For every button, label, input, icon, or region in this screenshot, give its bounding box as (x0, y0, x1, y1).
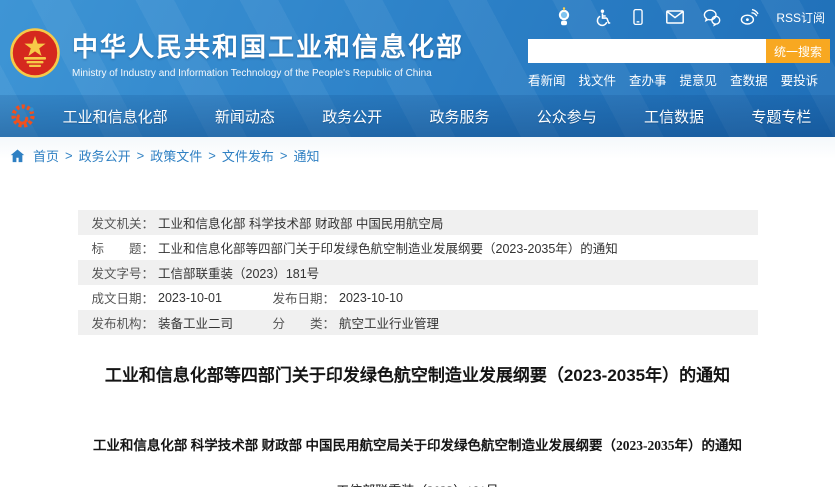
site-header: RSS订阅 中华人民共和国工业和信息化部 Ministry of Industr… (0, 0, 835, 137)
breadcrumb-policy-files[interactable]: 政策文件 (150, 146, 202, 165)
breadcrumb-home[interactable]: 首页 (33, 146, 59, 165)
national-emblem-icon (10, 28, 60, 78)
document-meta-table: 发文机关： 工业和信息化部 科学技术部 财政部 中国民用航空局 标 题： 工业和… (77, 210, 758, 335)
meta-value-title: 工业和信息化部等四部门关于印发绿色航空制造业发展纲要（2023-2035年）的通… (158, 242, 618, 256)
meta-row-issuing-authority: 发文机关： 工业和信息化部 科学技术部 财政部 中国民用航空局 (77, 210, 758, 235)
meta-value-publisher: 装备工业二司 (158, 317, 234, 331)
meta-pair-publisher: 发布机构： 装备工业二司 (92, 313, 273, 332)
rss-subscribe-link[interactable]: RSS订阅 (776, 9, 825, 26)
quick-link-suggest[interactable]: 提意见 (680, 70, 718, 89)
meta-value-publish-date: 2023-10-10 (339, 290, 403, 305)
quick-link-complaint[interactable]: 要投诉 (781, 70, 819, 89)
search-area: 统一搜索 看新闻 找文件 查办事 提意见 查数据 要投诉 (528, 39, 830, 89)
article-title: 工业和信息化部等四部门关于印发绿色航空制造业发展纲要（2023-2035年）的通… (104, 366, 731, 385)
meta-label: 标 题： (91, 242, 155, 256)
breadcrumb-notice[interactable]: 通知 (293, 146, 319, 165)
breadcrumb-separator: > (279, 148, 288, 163)
meta-pair-written-date: 成文日期： 2023-10-01 (92, 288, 273, 307)
meta-value-doc-no: 工信部联重装（2023）181号 (158, 267, 320, 281)
meta-pair-publish-date: 发布日期： 2023-10-10 (273, 288, 403, 307)
topbar-utility-icons: RSS订阅 (554, 7, 825, 27)
site-brand[interactable]: 中华人民共和国工业和信息化部 Ministry of Industry and … (10, 27, 464, 79)
mobile-icon[interactable] (628, 7, 648, 27)
meta-value-written-date: 2023-10-01 (158, 290, 222, 305)
nav-item-gov-affairs[interactable]: 政务公开 (322, 106, 382, 127)
quick-links: 看新闻 找文件 查办事 提意见 查数据 要投诉 (528, 70, 830, 89)
weibo-icon[interactable] (739, 7, 759, 27)
meta-label: 发布机构： (91, 317, 155, 331)
nav-item-data[interactable]: 工信数据 (644, 106, 704, 127)
document-content: 发文机关： 工业和信息化部 科学技术部 财政部 中国民用航空局 标 题： 工业和… (77, 174, 758, 487)
article-subtitle: 工业和信息化部 科学技术部 财政部 中国民用航空局关于印发绿色航空制造业发展纲要… (92, 438, 743, 453)
unified-search-button[interactable]: 统一搜索 (766, 39, 830, 63)
mascot-icon[interactable] (554, 7, 574, 27)
meta-label: 分 类： (272, 317, 336, 331)
meta-label: 发文字号： (91, 267, 155, 281)
search-input[interactable] (528, 39, 766, 63)
breadcrumb-file-release[interactable]: 文件发布 (222, 146, 274, 165)
quick-link-files[interactable]: 找文件 (579, 70, 617, 89)
site-title: 中华人民共和国工业和信息化部 (72, 32, 465, 62)
meta-row-dates: 成文日期： 2023-10-01 发布日期： 2023-10-10 (78, 285, 758, 310)
meta-label: 发文机关： (91, 217, 155, 231)
wechat-icon[interactable] (702, 7, 722, 27)
breadcrumb-separator: > (208, 148, 216, 163)
meta-value-issuing-authority: 工业和信息化部 科学技术部 财政部 中国民用航空局 (158, 217, 444, 231)
meta-value-category: 航空工业行业管理 (339, 317, 440, 331)
article-doc-number: 工信部联重装（2023）181号 (78, 480, 758, 487)
page: RSS订阅 中华人民共和国工业和信息化部 Ministry of Industr… (0, 0, 835, 487)
miit-gear-logo-icon[interactable] (9, 101, 39, 131)
breadcrumb: 首页 > 政务公开 > 政策文件 > 文件发布 > 通知 (0, 137, 835, 174)
meta-row-title: 标 题： 工业和信息化部等四部门关于印发绿色航空制造业发展纲要（2023-203… (78, 235, 758, 260)
meta-label: 发布日期： (272, 292, 336, 306)
main-nav: 工业和信息化部 新闻动态 政务公开 政务服务 公众参与 工信数据 专题专栏 (0, 95, 835, 137)
nav-item-participation[interactable]: 公众参与 (537, 106, 597, 127)
meta-row-publisher-category: 发布机构： 装备工业二司 分 类： 航空工业行业管理 (77, 310, 758, 335)
site-subtitle-en: Ministry of Industry and Information Tec… (72, 68, 432, 79)
brand-titles: 中华人民共和国工业和信息化部 Ministry of Industry and … (72, 27, 464, 79)
accessibility-icon[interactable] (591, 7, 611, 27)
quick-link-news[interactable]: 看新闻 (528, 70, 566, 89)
home-icon[interactable] (10, 148, 25, 163)
breadcrumb-gov-affairs[interactable]: 政务公开 (79, 146, 131, 165)
nav-item-news[interactable]: 新闻动态 (215, 106, 275, 127)
nav-item-gov-services[interactable]: 政务服务 (429, 106, 489, 127)
nav-item-topics[interactable]: 专题专栏 (751, 106, 811, 127)
nav-items: 工业和信息化部 新闻动态 政务公开 政务服务 公众参与 工信数据 专题专栏 (39, 106, 835, 127)
meta-label: 成文日期： (91, 292, 155, 306)
meta-row-doc-no: 发文字号： 工信部联重装（2023）181号 (77, 260, 758, 285)
breadcrumb-separator: > (65, 148, 73, 163)
quick-link-services[interactable]: 查办事 (629, 70, 667, 89)
mail-icon[interactable] (665, 7, 685, 27)
nav-item-miit[interactable]: 工业和信息化部 (63, 106, 168, 127)
quick-link-data[interactable]: 查数据 (730, 70, 768, 89)
breadcrumb-separator: > (136, 148, 145, 163)
meta-pair-category: 分 类： 航空工业行业管理 (273, 313, 440, 332)
